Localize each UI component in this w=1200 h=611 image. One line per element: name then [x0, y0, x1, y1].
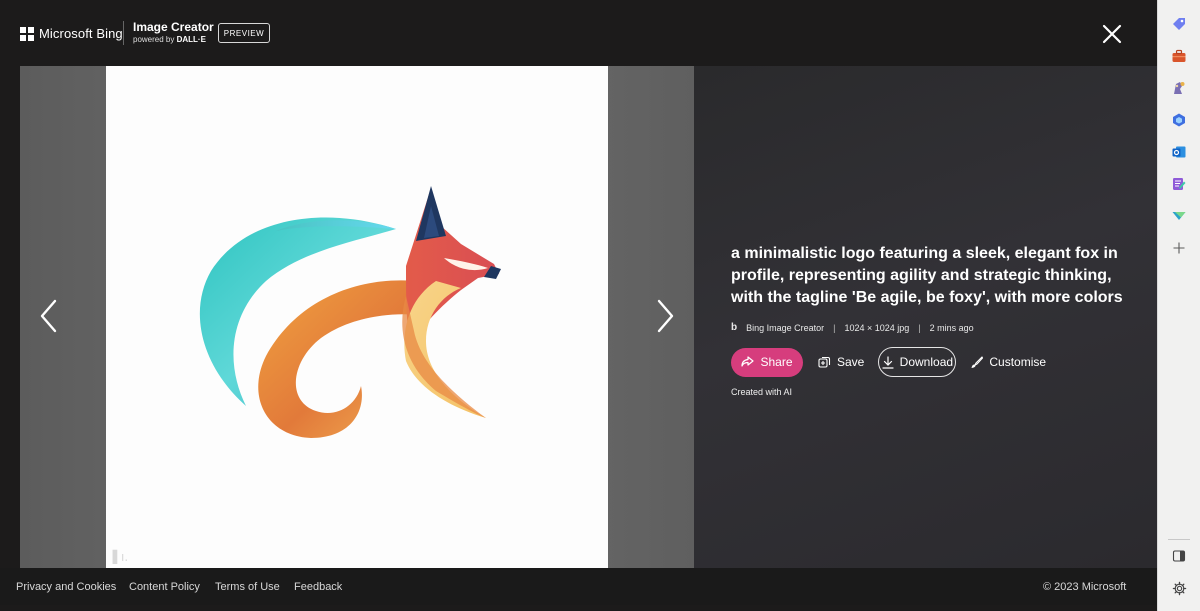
customise-label: Customise: [989, 355, 1047, 369]
designer-icon: [1173, 178, 1186, 190]
share-icon: [741, 356, 755, 367]
previous-image-button[interactable]: [37, 298, 61, 334]
microsoft-logo-icon: [20, 26, 34, 41]
close-button[interactable]: [1100, 22, 1124, 46]
games-icon: [1174, 82, 1185, 94]
games-button[interactable]: [1169, 78, 1189, 98]
copyright: © 2023 Microsoft: [1043, 581, 1127, 593]
fox-logo-artwork: ▐ ı.: [108, 186, 501, 564]
header-divider: [123, 21, 124, 45]
image-source: Bing Image Creator: [746, 322, 825, 333]
drop-button[interactable]: [1169, 206, 1189, 226]
save-collection-icon: [818, 356, 831, 368]
generated-image[interactable]: ▐ ı.: [106, 66, 608, 568]
save-label: Save: [837, 355, 865, 369]
window-bottom-edge: [0, 605, 1157, 611]
dalle-brand: DALL·E: [176, 35, 206, 44]
bing-icon: b: [731, 322, 738, 333]
terms-of-use-link[interactable]: Terms of Use: [215, 581, 280, 593]
tag-icon: [1173, 18, 1185, 30]
split-screen-button[interactable]: [1169, 546, 1189, 566]
footer: Privacy and Cookies Content Policy Terms…: [0, 568, 1157, 605]
image-metadata: b Bing Image Creator | 1024 × 1024 jpg |…: [731, 322, 974, 333]
header: Microsoft Bing Image Creator powered by …: [0, 0, 1157, 66]
tools-button[interactable]: [1169, 46, 1189, 66]
download-icon: [882, 355, 894, 369]
copilot-button[interactable]: [1169, 110, 1189, 130]
privacy-link[interactable]: Privacy and Cookies: [16, 581, 116, 593]
sidebar-divider: [1168, 539, 1190, 540]
briefcase-icon: [1172, 49, 1186, 62]
image-stage: ▐ ı.: [20, 66, 694, 568]
microsoft-bing-logo[interactable]: Microsoft Bing: [20, 26, 123, 41]
preview-badge: PREVIEW: [218, 23, 270, 43]
save-button[interactable]: Save: [818, 355, 864, 369]
split-screen-icon: [1172, 550, 1186, 562]
add-sidebar-app-button[interactable]: [1169, 238, 1189, 258]
image-viewer-window: Microsoft Bing Image Creator powered by …: [0, 0, 1157, 611]
image-dimensions: 1024 × 1024 jpg: [844, 322, 910, 333]
download-button[interactable]: Download: [878, 347, 957, 377]
copilot-icon: [1173, 113, 1185, 127]
svg-text:▐ ı.: ▐ ı.: [108, 549, 128, 564]
add-icon: [1173, 242, 1185, 254]
paint-brush-icon: [971, 355, 984, 368]
meta-separator: |: [918, 322, 921, 333]
chevron-left-icon: [40, 299, 57, 333]
designer-button[interactable]: [1169, 174, 1189, 194]
image-prompt: a minimalistic logo featuring a sleek, e…: [731, 245, 1123, 306]
image-age: 2 mins ago: [929, 322, 974, 333]
image-viewer: ▐ ı. a minimalistic logo featuring a sle…: [20, 66, 1157, 568]
chevron-right-icon: [657, 299, 674, 333]
app-subtitle: powered by DALL·E: [133, 35, 206, 44]
share-button[interactable]: Share: [731, 347, 803, 377]
edge-sidebar: [1157, 0, 1200, 611]
drop-icon: [1172, 212, 1186, 220]
download-label: Download: [899, 355, 954, 369]
customise-button[interactable]: Customise: [970, 355, 1046, 369]
next-image-button[interactable]: [653, 298, 677, 334]
image-actions: Share Save Download Customise: [731, 347, 1046, 377]
feedback-link[interactable]: Feedback: [294, 581, 342, 593]
outlook-button[interactable]: [1169, 142, 1189, 162]
share-label: Share: [760, 355, 793, 369]
outlook-icon: [1172, 146, 1186, 158]
close-icon: [1102, 24, 1122, 44]
meta-separator: |: [833, 322, 836, 333]
app-title[interactable]: Image Creator: [133, 20, 214, 34]
shopping-button[interactable]: [1169, 14, 1189, 34]
gear-icon: [1172, 581, 1186, 595]
brand-name: Microsoft Bing: [39, 26, 123, 41]
content-policy-link[interactable]: Content Policy: [129, 581, 200, 593]
created-with-ai-note: Created with AI: [731, 387, 793, 397]
image-details-panel: a minimalistic logo featuring a sleek, e…: [694, 66, 1157, 568]
sidebar-settings-button[interactable]: [1169, 578, 1189, 598]
